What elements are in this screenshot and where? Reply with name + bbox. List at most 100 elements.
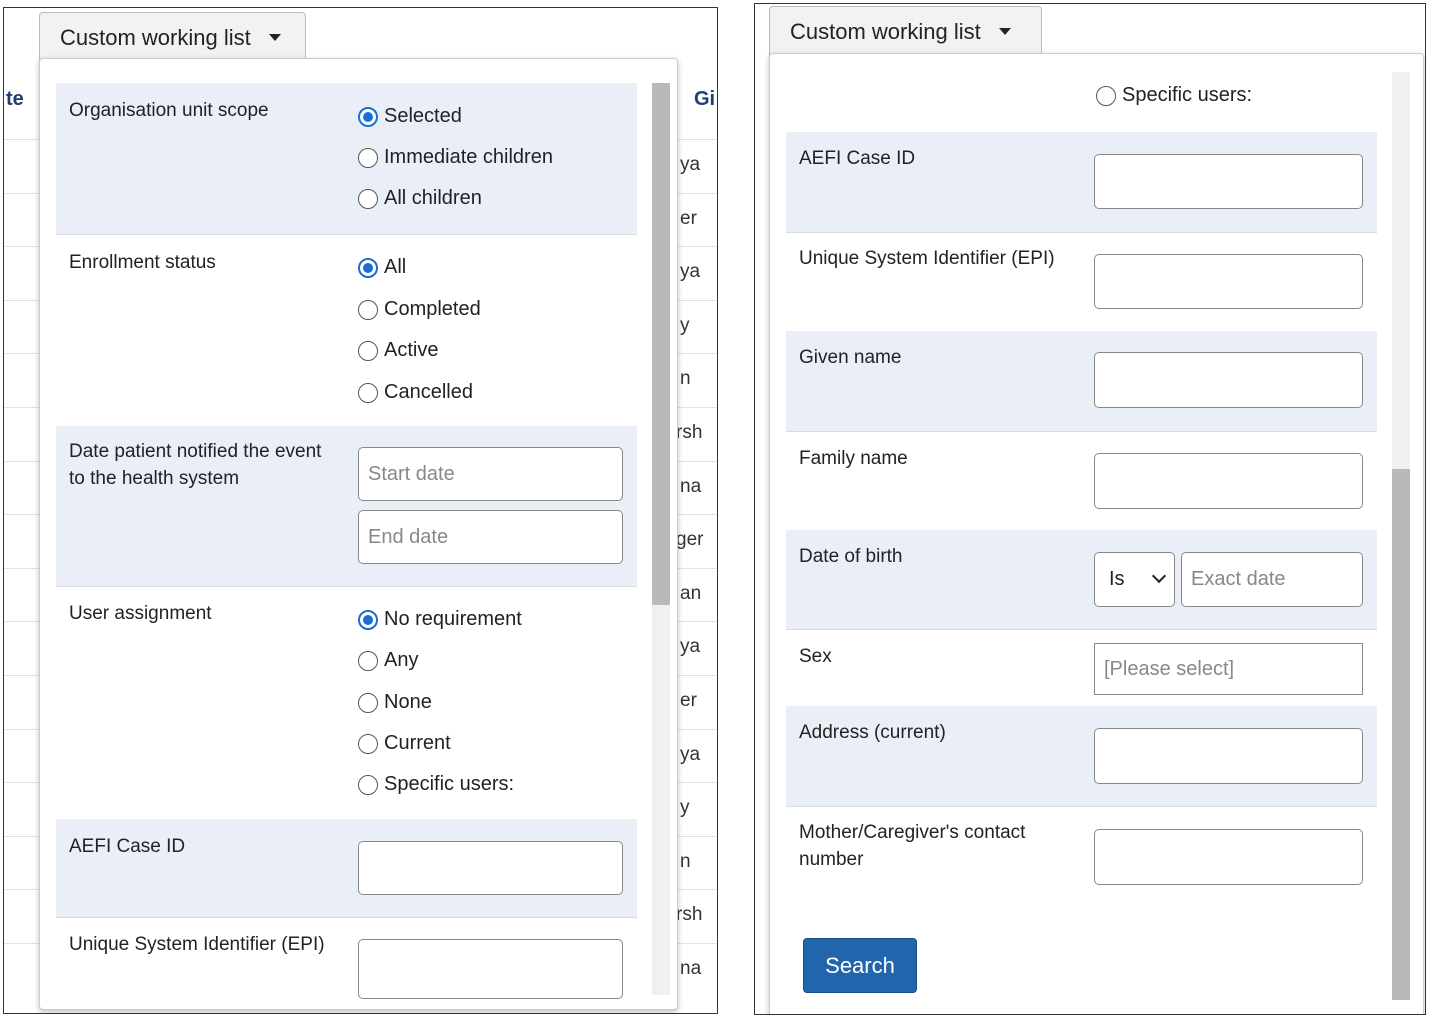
bg-table-cell: na: [680, 475, 702, 497]
address-row: Address (current): [786, 706, 1377, 806]
panel-scrollbar[interactable]: [652, 83, 670, 995]
radio-checked-icon: [358, 609, 378, 630]
radio-no-requirement[interactable]: No requirement: [358, 608, 522, 631]
family-name-label: Family name: [799, 448, 908, 469]
bg-table-cell: er: [680, 207, 697, 229]
aefi-case-id-row: AEFI Case ID: [56, 819, 637, 917]
radio-unchecked-icon: [1096, 85, 1116, 106]
radio-unchecked-icon: [358, 188, 378, 209]
filter-panel: Organisation unit scope Selected Immedia…: [39, 58, 678, 1010]
scrollbar-thumb[interactable]: [652, 83, 670, 605]
radio-current[interactable]: Current: [358, 732, 451, 755]
radio-none[interactable]: None: [358, 691, 432, 714]
user-assignment-row: User assignment No requirement Any None …: [56, 586, 637, 819]
dob-operator-select[interactable]: Is: [1094, 552, 1175, 607]
right-screenshot: Custom working list Specific users: AEFI…: [754, 3, 1426, 1015]
bg-column-header: te: [6, 88, 24, 110]
user-assignment-label: User assignment: [69, 603, 212, 624]
radio-specific-users[interactable]: Specific users:: [1096, 84, 1252, 107]
sex-row: Sex [Please select]: [786, 629, 1377, 706]
bg-table-cell: er: [680, 690, 697, 711]
radio-cancelled[interactable]: Cancelled: [358, 381, 473, 404]
org-unit-scope-row: Organisation unit scope Selected Immedia…: [56, 83, 637, 234]
radio-unchecked-icon: [358, 147, 378, 168]
contact-number-row: Mother/Caregiver's contact number: [786, 806, 1377, 906]
bg-table-cell: ya: [680, 261, 701, 283]
radio-all-children[interactable]: All children: [358, 187, 482, 210]
panel-scrollbar[interactable]: [1392, 72, 1410, 1000]
bg-table-cell: ya: [680, 636, 701, 658]
family-name-input[interactable]: [1094, 453, 1363, 509]
caret-down-icon: [998, 28, 1011, 35]
radio-checked-icon: [358, 106, 378, 127]
radio-unchecked-icon: [358, 733, 378, 754]
bg-table-cell: ger: [676, 529, 704, 551]
sex-label: Sex: [799, 646, 832, 667]
caret-down-icon: [268, 34, 281, 41]
end-date-input[interactable]: End date: [358, 510, 623, 564]
radio-immediate-children[interactable]: Immediate children: [358, 146, 553, 169]
bg-column-header: Gi: [694, 88, 716, 110]
family-name-row: Family name: [786, 431, 1377, 530]
radio-selected[interactable]: Selected: [358, 105, 462, 128]
usi-input[interactable]: [1094, 254, 1363, 309]
bg-table-cell: rsh: [676, 422, 703, 443]
aefi-case-id-label: AEFI Case ID: [69, 836, 186, 857]
address-input[interactable]: [1094, 728, 1363, 784]
enrollment-status-label: Enrollment status: [69, 252, 216, 273]
enrollment-status-row: Enrollment status All Completed Active C…: [56, 234, 637, 426]
date-notified-label: Date patient notified the event to the h…: [69, 441, 322, 489]
given-name-input[interactable]: [1094, 352, 1363, 408]
tab-label: Custom working list: [790, 18, 981, 44]
radio-unchecked-icon: [358, 692, 378, 713]
chevron-down-icon: [1151, 568, 1167, 584]
search-button[interactable]: Search: [803, 938, 917, 993]
custom-working-list-tab[interactable]: Custom working list: [769, 6, 1042, 56]
usi-row: Unique System Identifier (EPI): [786, 232, 1377, 331]
radio-completed[interactable]: Completed: [358, 298, 481, 321]
radio-unchecked-icon: [358, 774, 378, 795]
bg-table-cell: ya: [680, 154, 701, 175]
radio-any[interactable]: Any: [358, 649, 418, 672]
radio-checked-icon: [358, 257, 378, 278]
filter-panel: Specific users: AEFI Case ID Unique Syst…: [769, 53, 1424, 1014]
bg-table-cell: n: [680, 368, 691, 390]
bg-table-cell: na: [680, 958, 702, 979]
bg-table-cell: an: [680, 582, 702, 604]
left-screenshot: te Gi ya er ya y n rsh na ger an ya er ya y n rsh na Cu…: [3, 7, 718, 1014]
start-date-input[interactable]: Start date: [358, 447, 623, 501]
usi-row: Unique System Identifier (EPI): [56, 917, 637, 1009]
dob-exact-date-input[interactable]: Exact date: [1181, 552, 1363, 607]
date-of-birth-row: Date of birth Is Exact date: [786, 530, 1377, 629]
scrollbar-thumb[interactable]: [1392, 469, 1410, 1000]
org-unit-scope-label: Organisation unit scope: [69, 100, 269, 121]
usi-label: Unique System Identifier (EPI): [69, 934, 325, 955]
contact-number-input[interactable]: [1094, 829, 1363, 885]
radio-all[interactable]: All: [358, 256, 406, 279]
given-name-row: Given name: [786, 331, 1377, 431]
date-notified-row: Date patient notified the event to the h…: [56, 426, 637, 586]
bg-table-cell: ya: [680, 743, 701, 765]
bg-table-cell: rsh: [676, 904, 703, 926]
sex-select[interactable]: [Please select]: [1094, 643, 1363, 695]
custom-working-list-tab[interactable]: Custom working list: [39, 12, 306, 62]
radio-unchecked-icon: [358, 340, 378, 361]
contact-number-label: Mother/Caregiver's contact number: [799, 822, 1026, 870]
date-of-birth-label: Date of birth: [799, 546, 903, 567]
radio-unchecked-icon: [358, 650, 378, 671]
aefi-case-id-row: AEFI Case ID: [786, 132, 1377, 232]
usi-input[interactable]: [358, 939, 623, 999]
radio-specific-users[interactable]: Specific users:: [358, 773, 514, 796]
radio-unchecked-icon: [358, 382, 378, 403]
radio-active[interactable]: Active: [358, 339, 438, 362]
address-label: Address (current): [799, 722, 946, 743]
bg-table-cell: y: [680, 314, 690, 336]
bg-table-cell: n: [680, 850, 691, 872]
radio-unchecked-icon: [358, 299, 378, 320]
aefi-case-id-label: AEFI Case ID: [799, 148, 916, 169]
aefi-case-id-input[interactable]: [358, 841, 623, 895]
aefi-case-id-input[interactable]: [1094, 154, 1363, 209]
tab-label: Custom working list: [60, 24, 251, 50]
bg-table-cell: y: [680, 797, 690, 819]
usi-label: Unique System Identifier (EPI): [799, 248, 1055, 269]
